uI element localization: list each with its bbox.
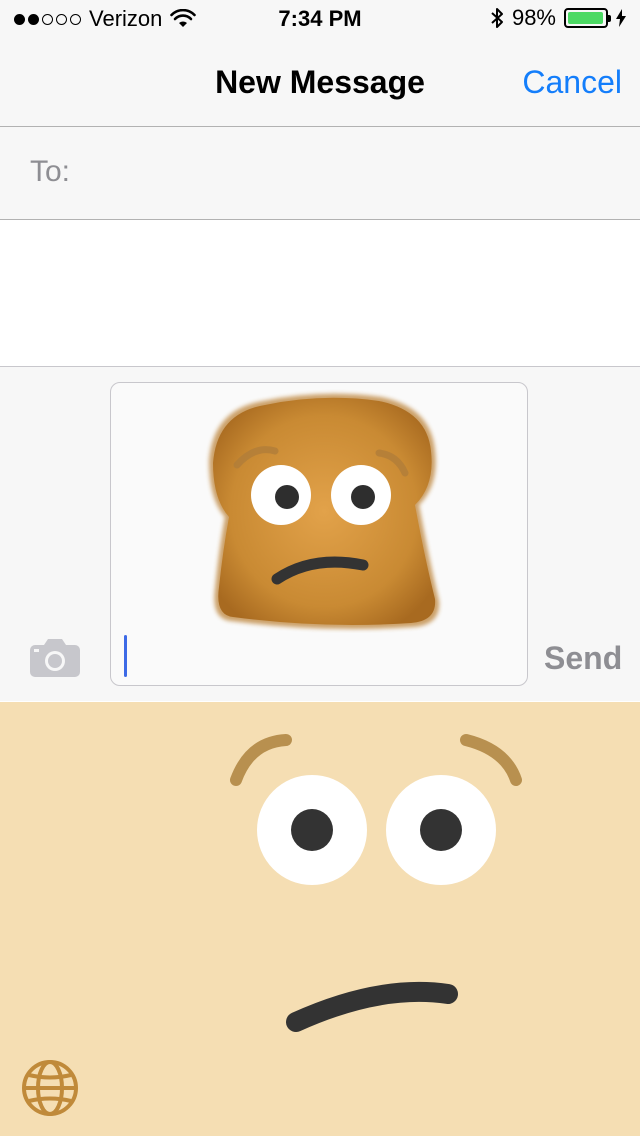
message-input-bar: Send — [0, 367, 640, 701]
message-text-field[interactable] — [110, 382, 528, 686]
globe-icon[interactable] — [20, 1058, 80, 1118]
bluetooth-icon — [491, 8, 503, 28]
text-cursor — [124, 635, 127, 677]
signal-dot — [42, 13, 53, 25]
battery-group: 98% — [490, 5, 626, 31]
signal-strength-icon — [14, 13, 81, 25]
send-button[interactable]: Send — [544, 640, 622, 677]
signal-dot — [56, 13, 67, 25]
camera-icon[interactable] — [28, 637, 82, 679]
wifi-icon — [170, 9, 197, 27]
keyboard-face-illustration — [230, 734, 522, 1032]
signal-dot — [28, 13, 39, 25]
signal-dot — [70, 13, 81, 25]
signal-dot — [14, 13, 25, 25]
charging-bolt-icon — [616, 9, 626, 27]
cancel-button[interactable]: Cancel — [522, 64, 622, 101]
carrier-name: Verizon — [89, 6, 163, 31]
conversation-area — [0, 220, 640, 367]
carrier-group: Verizon — [14, 6, 197, 32]
toast-sticker-attachment[interactable] — [203, 389, 449, 633]
sticker-keyboard[interactable] — [0, 702, 640, 1136]
battery-percent: 98% — [511, 5, 556, 30]
recipient-field[interactable]: To: — [0, 127, 640, 220]
battery-icon — [564, 8, 611, 28]
navigation-bar: New Message Cancel — [0, 40, 640, 127]
battery-level — [568, 12, 604, 24]
to-label: To: — [30, 155, 71, 188]
status-bar: Verizon 7:34 PM 98% — [0, 0, 640, 40]
